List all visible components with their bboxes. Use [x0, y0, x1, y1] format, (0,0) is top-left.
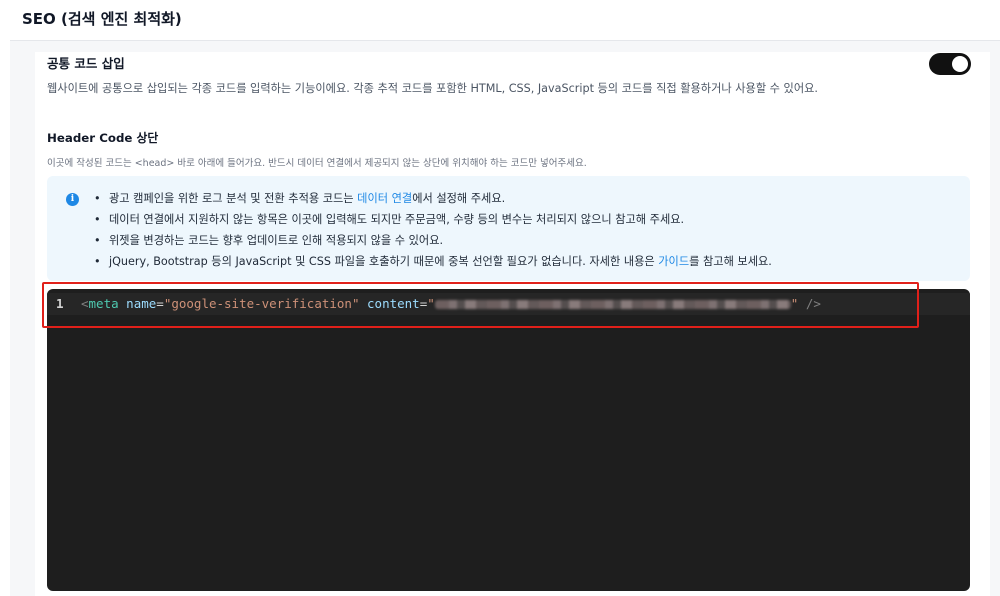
info-item: jQuery, Bootstrap 등의 JavaScript 및 CSS 파일… [92, 251, 772, 272]
toggle-knob [952, 56, 968, 72]
guide-link[interactable]: 가이드 [658, 255, 689, 268]
info-item: 위젯을 변경하는 코드는 향후 업데이트로 인해 적용되지 않을 수 있어요. [92, 230, 772, 251]
page-title: SEO (검색 엔진 최적화) [22, 10, 182, 28]
section-title: 공통 코드 삽입 [47, 56, 125, 71]
highlight-box [42, 282, 919, 328]
header-code-title: Header Code 상단 [47, 131, 159, 145]
common-code-toggle[interactable] [929, 53, 971, 75]
section-description: 웹사이트에 공통으로 삽입되는 각종 코드를 입력하는 기능이에요. 각종 추적… [47, 82, 818, 95]
info-item: 데이터 연결에서 지원하지 않는 항목은 이곳에 입력해도 되지만 주문금액, … [92, 209, 772, 230]
info-item: 광고 캠페인을 위한 로그 분석 및 전환 추적용 코드는 데이터 연결에서 설… [92, 188, 772, 209]
header-code-description: 이곳에 작성된 코드는 <head> 바로 아래에 들어가요. 반드시 데이터 … [47, 158, 587, 169]
info-icon: i [66, 193, 79, 206]
data-connection-link[interactable]: 데이터 연결 [357, 192, 412, 205]
info-box: i 광고 캠페인을 위한 로그 분석 및 전환 추적용 코드는 데이터 연결에서… [47, 176, 970, 281]
info-list: 광고 캠페인을 위한 로그 분석 및 전환 추적용 코드는 데이터 연결에서 설… [92, 188, 772, 272]
header-code-editor[interactable]: 1 <meta name="google-site-verification" … [47, 289, 970, 591]
